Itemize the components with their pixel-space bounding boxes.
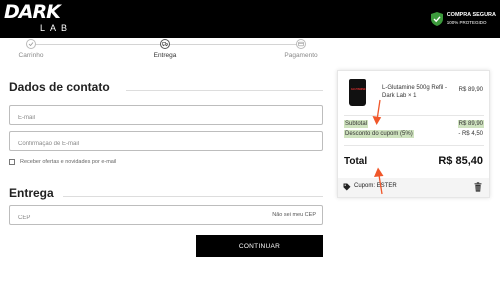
step-delivery-icon[interactable]	[160, 39, 170, 49]
coupon-code: Cupom: ESTER	[354, 183, 397, 189]
step-cart-label[interactable]: Carrinho	[19, 52, 44, 59]
subtotal-value: R$ 89,90	[457, 120, 484, 128]
logo-text: DARK	[4, 1, 61, 23]
secure-line2: 100% PROTEGIDO	[446, 20, 487, 25]
tag-icon	[343, 183, 351, 191]
email-confirm-input[interactable]	[10, 135, 322, 153]
step-payment-icon[interactable]	[296, 39, 306, 49]
header-bar: DARK LAB COMPRA SEGURA 100% PROTEGIDO	[0, 0, 500, 38]
total-value: R$ 85,40	[438, 155, 483, 167]
step-payment-label[interactable]: Pagamento	[284, 52, 317, 59]
email-field[interactable]	[9, 105, 323, 127]
email-input[interactable]	[10, 109, 322, 127]
step-delivery-label[interactable]: Entrega	[154, 52, 177, 59]
subtotal-row: Subtotal R$ 89,90	[344, 120, 484, 128]
trash-icon[interactable]	[474, 182, 482, 192]
product-name: L-Glutamine 500g Refil - Dark Lab × 1	[382, 85, 448, 99]
shield-check-icon	[430, 12, 443, 26]
contact-divider	[126, 90, 323, 91]
delivery-divider	[63, 196, 323, 197]
newsletter-label[interactable]: Receber ofertas e novidades por e-mail	[20, 159, 116, 165]
coupon-row: Cupom: ESTER	[338, 178, 489, 197]
cep-field[interactable]: Não sei meu CEP	[9, 205, 323, 227]
discount-value: - R$ 4,50	[458, 131, 483, 137]
total-label: Total	[344, 156, 368, 167]
product-bag-label: GLUTAMINE	[351, 88, 366, 91]
continue-button[interactable]: CONTINUAR	[196, 235, 323, 257]
step-cart-icon[interactable]	[26, 39, 36, 49]
product-thumbnail: GLUTAMINE	[344, 76, 372, 109]
order-summary: GLUTAMINE L-Glutamine 500g Refil - Dark …	[337, 70, 490, 198]
summary-divider-1	[344, 115, 484, 116]
secure-purchase-badge: COMPRA SEGURA 100% PROTEGIDO	[430, 11, 496, 27]
subtotal-label: Subtotal	[344, 120, 369, 128]
newsletter-checkbox-row[interactable]: Receber ofertas e novidades por e-mail	[9, 159, 116, 165]
newsletter-checkbox[interactable]	[9, 159, 15, 165]
unknown-cep-link[interactable]: Não sei meu CEP	[272, 212, 316, 218]
product-price: R$ 89,90	[458, 87, 483, 93]
logo-subtext: LAB	[40, 23, 73, 33]
secure-line1: COMPRA SEGURA	[446, 12, 496, 18]
delivery-title: Entrega	[9, 186, 54, 200]
discount-label: Desconto do cupom (5%)	[344, 130, 414, 138]
email-confirm-field[interactable]	[9, 131, 323, 153]
contact-title: Dados de contato	[9, 80, 110, 94]
summary-divider-2	[344, 145, 484, 146]
dark-lab-logo[interactable]: DARK LAB	[4, 1, 76, 37]
product-bag-image: GLUTAMINE	[349, 79, 366, 106]
discount-row: Desconto do cupom (5%) - R$ 4,50	[344, 130, 484, 138]
